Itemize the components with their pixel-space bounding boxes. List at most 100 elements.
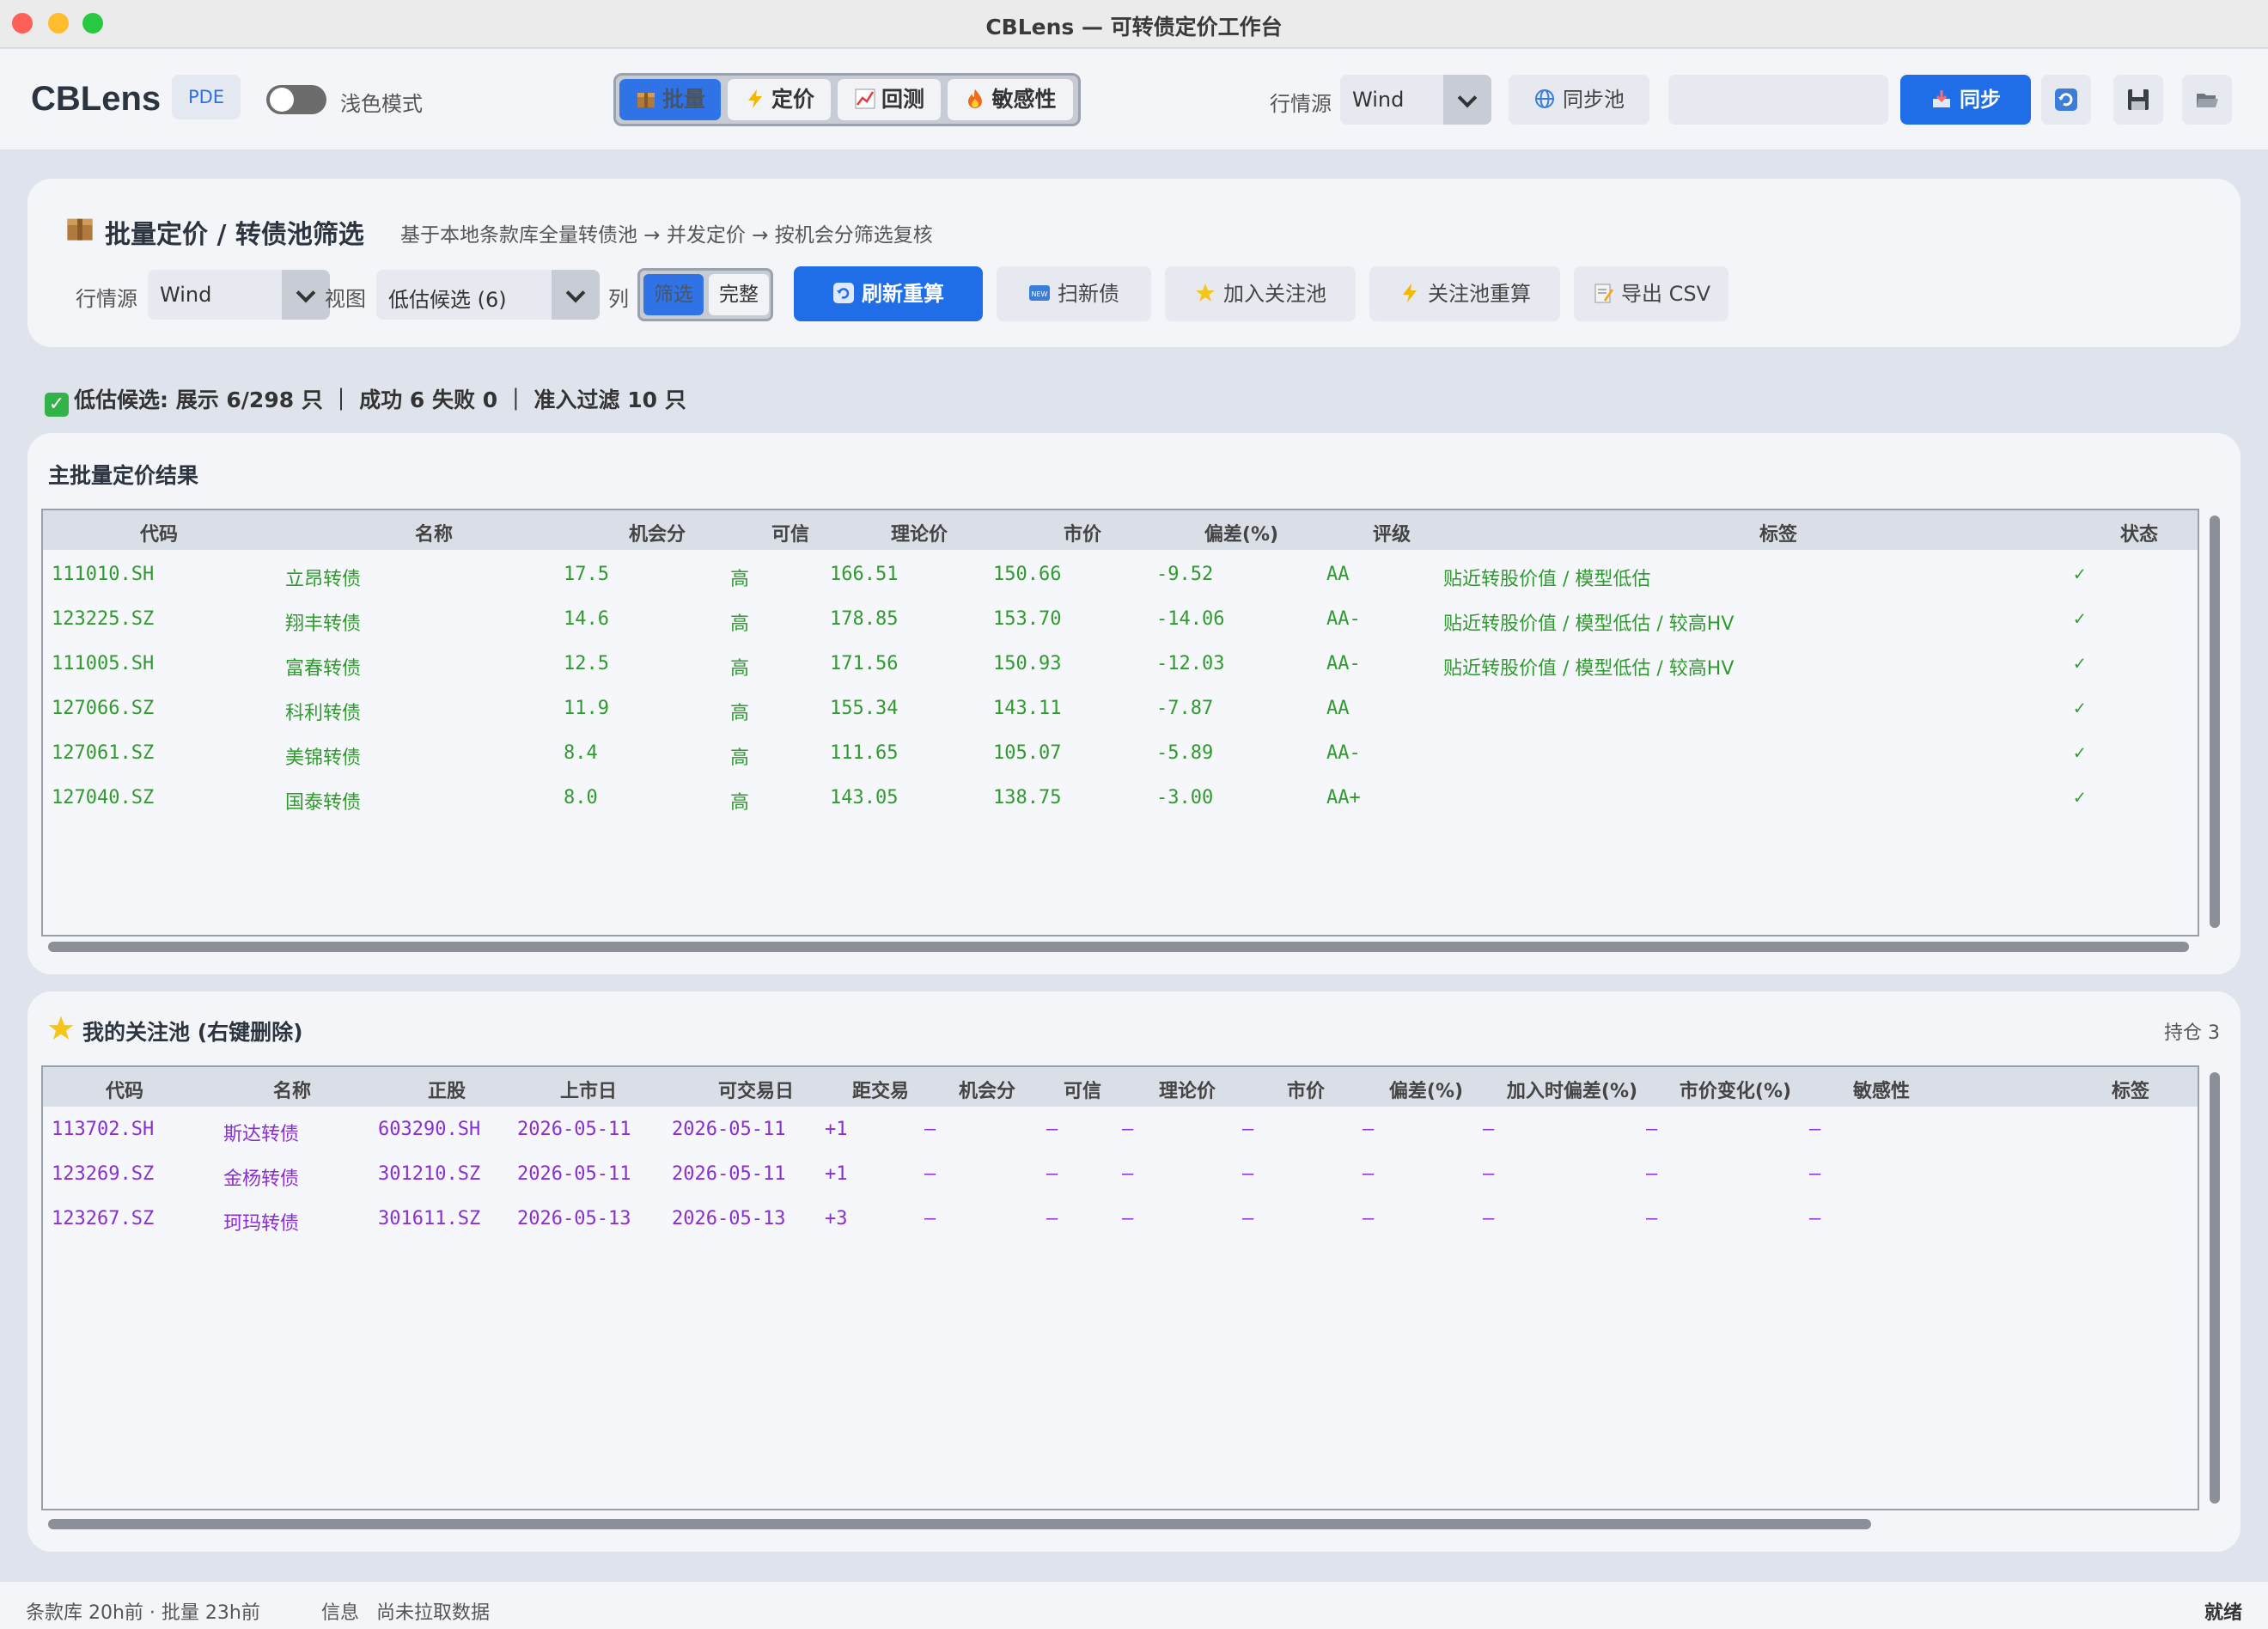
tab-backtest[interactable]: 回测: [838, 79, 941, 120]
column-header[interactable]: 代码: [112, 519, 206, 546]
table-cell: 14.6: [564, 608, 609, 630]
pde-badge: PDE: [172, 75, 241, 119]
source-label: 行情源: [1270, 92, 1332, 116]
column-header[interactable]: 市价: [1040, 519, 1125, 546]
column-header[interactable]: 上市日: [541, 1076, 636, 1103]
column-header[interactable]: 机会分: [610, 519, 704, 546]
tab-batch[interactable]: 批量: [619, 79, 721, 120]
sync-input[interactable]: [1668, 75, 1888, 125]
table-row[interactable]: 123225.SZ 翔丰转债 14.6 高 178.85 153.70 -14.06 AA- 贴…: [43, 598, 2198, 643]
svg-text:NEW: NEW: [1032, 290, 1048, 298]
table-cell: 贴近转股价值 / 模型低估 / 较高HV: [1443, 658, 1735, 680]
column-header[interactable]: 加入时偏差(%): [1486, 1076, 1658, 1103]
screening-status-text: 低估候选: 展示 6/298 只 ｜ 成功 6 失败 0 ｜ 准入过滤 10 只: [74, 387, 686, 412]
table-cell: 138.75: [993, 787, 1062, 808]
column-header[interactable]: 机会分: [940, 1076, 1034, 1103]
column-header[interactable]: 敏感性: [1830, 1076, 1933, 1103]
holding-count: 持仓 3: [2164, 1022, 2220, 1044]
column-header[interactable]: 名称: [249, 1076, 335, 1103]
column-header[interactable]: 偏差(%): [1375, 1076, 1478, 1103]
open-folder-button[interactable]: [2182, 75, 2232, 125]
table-row[interactable]: 111005.SH 富春转债 12.5 高 171.56 150.93 -12.03 AA- 贴…: [43, 643, 2198, 687]
watchlist-horizontal-scrollbar[interactable]: [48, 1519, 1871, 1529]
table-row[interactable]: 123269.SZ 金杨转债 301210.SZ 2026-05-11 2026-05-…: [43, 1153, 2198, 1198]
table-row[interactable]: 127066.SZ 科利转债 11.9 高 155.34 143.11 -7.87 AA ✓: [43, 687, 2198, 732]
view-select[interactable]: 低估候选 (6): [376, 270, 600, 320]
sync-label: 同步: [1960, 88, 2001, 112]
table-cell: —: [1483, 1163, 1495, 1185]
table-cell: 111005.SH: [52, 653, 155, 674]
column-header[interactable]: 理论价: [1136, 1076, 1239, 1103]
save-button[interactable]: [2113, 75, 2163, 125]
table-row[interactable]: 123267.SZ 珂玛转债 301611.SZ 2026-05-13 2026-05-…: [43, 1198, 2198, 1242]
title-bar: CBLens — 可转债定价工作台: [0, 0, 2268, 48]
chart-icon: [855, 88, 875, 109]
tab-sensitivity[interactable]: 敏感性: [948, 79, 1073, 120]
sync-pool-button[interactable]: 同步池: [1509, 75, 1649, 125]
scan-new-bonds-button[interactable]: NEW 扫新债: [997, 266, 1151, 321]
table-cell: —: [1046, 1163, 1058, 1185]
table-cell: 123225.SZ: [52, 608, 155, 630]
table-cell: 8.0: [564, 787, 598, 808]
column-header[interactable]: 标签: [1727, 519, 1830, 546]
column-header[interactable]: 可信: [756, 519, 825, 546]
table-row[interactable]: 127040.SZ 国泰转债 8.0 高 143.05 138.75 -3.00 AA+ ✓: [43, 777, 2198, 821]
watchlist-recalc-label: 关注池重算: [1428, 282, 1531, 306]
column-header[interactable]: 正股: [404, 1076, 490, 1103]
table-cell: 123269.SZ: [52, 1163, 155, 1185]
table-cell: 国泰转债: [285, 792, 362, 814]
column-mode-full[interactable]: 完整: [709, 274, 769, 315]
sync-button[interactable]: 同步: [1900, 75, 2031, 125]
source-select[interactable]: Wind: [1340, 75, 1491, 125]
status-bar-ready: 就绪: [2204, 1602, 2242, 1624]
table-cell: 8.4: [564, 742, 598, 764]
export-csv-button[interactable]: 导出 CSV: [1574, 266, 1728, 321]
column-header[interactable]: 可信: [1048, 1076, 1117, 1103]
table-cell: 贴近转股价值 / 模型低估: [1443, 569, 1651, 590]
batch-source-select[interactable]: Wind: [148, 270, 330, 320]
table-row[interactable]: 111010.SH 立昂转债 17.5 高 166.51 150.66 -9.52 AA 贴近转…: [43, 553, 2198, 598]
status-check-icon: ✓: [2074, 698, 2086, 719]
column-header[interactable]: 市价变化(%): [1658, 1076, 1813, 1103]
table-cell: 2026-05-13: [672, 1208, 786, 1229]
table-cell: 珂玛转债: [223, 1213, 300, 1235]
refresh-recalc-button[interactable]: 刷新重算: [794, 266, 983, 321]
theme-toggle-label: 浅色模式: [340, 92, 423, 116]
table-row[interactable]: 127061.SZ 美锦转债 8.4 高 111.65 105.07 -5.89 AA- ✓: [43, 732, 2198, 777]
star-icon: [1196, 284, 1215, 302]
tab-pricing[interactable]: 定价: [728, 79, 831, 120]
watchlist-recalc-button[interactable]: 关注池重算: [1369, 266, 1560, 321]
watchlist-table: 代码 名称 正股 上市日 可交易日 距交易 机会分 可信 理论价 市价 偏差(%…: [41, 1065, 2199, 1510]
column-header[interactable]: 标签: [2088, 1076, 2174, 1103]
theme-toggle[interactable]: [266, 85, 326, 114]
table-cell: —: [924, 1208, 936, 1229]
floppy-disk-icon: [2128, 89, 2149, 110]
column-header[interactable]: 可交易日: [696, 1076, 816, 1103]
main-results-horizontal-scrollbar[interactable]: [48, 942, 2189, 952]
column-header[interactable]: 偏差(%): [1177, 519, 1306, 546]
column-header[interactable]: 理论价: [868, 519, 971, 546]
table-cell: —: [1646, 1208, 1658, 1229]
refresh-button[interactable]: [2041, 75, 2091, 125]
table-cell: 127040.SZ: [52, 787, 155, 808]
column-header[interactable]: 状态: [2105, 519, 2174, 546]
table-row[interactable]: 113702.SH 斯达转债 603290.SH 2026-05-11 2026-05-…: [43, 1108, 2198, 1153]
watchlist-vertical-scrollbar[interactable]: [2210, 1072, 2220, 1504]
column-header[interactable]: 名称: [387, 519, 481, 546]
column-header[interactable]: 市价: [1263, 1076, 1349, 1103]
table-cell: 斯达转债: [223, 1124, 300, 1145]
batch-source-value: Wind: [160, 283, 212, 307]
column-mode-filter[interactable]: 筛选: [643, 274, 704, 315]
lightning-icon: [747, 89, 762, 108]
column-header[interactable]: 距交易: [833, 1076, 928, 1103]
main-results-panel: 主批量定价结果 代码 名称 机会分 可信 理论价 市价 偏差(%) 评级 标签 …: [27, 433, 2241, 974]
table-header: 代码 名称 正股 上市日 可交易日 距交易 机会分 可信 理论价 市价 偏差(%…: [43, 1067, 2198, 1107]
lightning-icon: [1403, 284, 1417, 302]
column-header[interactable]: 代码: [77, 1076, 172, 1103]
add-to-watchlist-button[interactable]: 加入关注池: [1165, 266, 1356, 321]
batch-panel-subtitle: 基于本地条款库全量转债池 → 并发定价 → 按机会分筛选复核: [400, 224, 933, 247]
chevron-down-icon: [282, 270, 330, 320]
table-cell: 高: [730, 703, 750, 724]
column-header[interactable]: 评级: [1349, 519, 1435, 546]
main-results-vertical-scrollbar[interactable]: [2210, 516, 2220, 928]
